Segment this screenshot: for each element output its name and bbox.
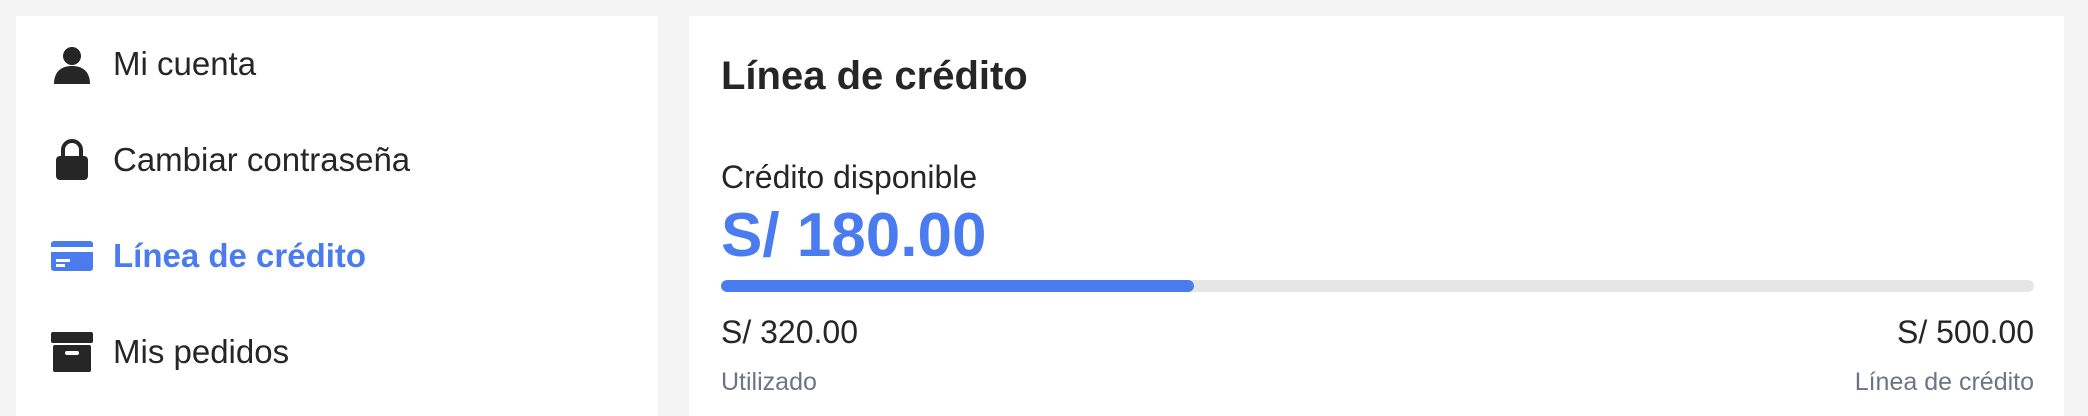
lock-icon	[50, 138, 94, 182]
sidebar-item-linea-de-credito[interactable]: Línea de crédito	[16, 221, 658, 291]
sidebar-item-label: Cambiar contraseña	[113, 141, 411, 178]
used-credit-caption: Utilizado	[721, 368, 817, 396]
credit-usage-bar	[721, 280, 2034, 292]
sidebar-item-label: Mi cuenta	[113, 45, 257, 82]
sidebar-item-label: Mis pedidos	[113, 333, 290, 370]
credit-limit-caption: Línea de crédito	[1854, 368, 2034, 396]
sidebar-item-label: Línea de crédito	[113, 237, 367, 274]
sidebar-item-mi-cuenta[interactable]: Mi cuenta	[16, 29, 658, 99]
page-title: Línea de crédito	[721, 54, 1028, 98]
available-credit-amount: S/ 180.00	[721, 201, 987, 270]
account-sidebar: Mi cuenta Cambiar contraseña Línea de cr…	[16, 16, 658, 416]
available-credit-label: Crédito disponible	[721, 159, 978, 195]
sidebar-item-mis-pedidos[interactable]: Mis pedidos	[16, 317, 658, 387]
used-credit-amount: S/ 320.00	[721, 314, 858, 350]
archive-box-icon	[50, 330, 94, 374]
user-icon	[50, 42, 94, 86]
credit-line-panel: Línea de crédito Crédito disponible S/ 1…	[689, 16, 2064, 416]
credit-card-icon	[50, 234, 94, 278]
credit-usage-fill	[721, 280, 1194, 292]
credit-limit-amount: S/ 500.00	[1897, 314, 2034, 350]
sidebar-item-cambiar-contrasena[interactable]: Cambiar contraseña	[16, 125, 658, 195]
